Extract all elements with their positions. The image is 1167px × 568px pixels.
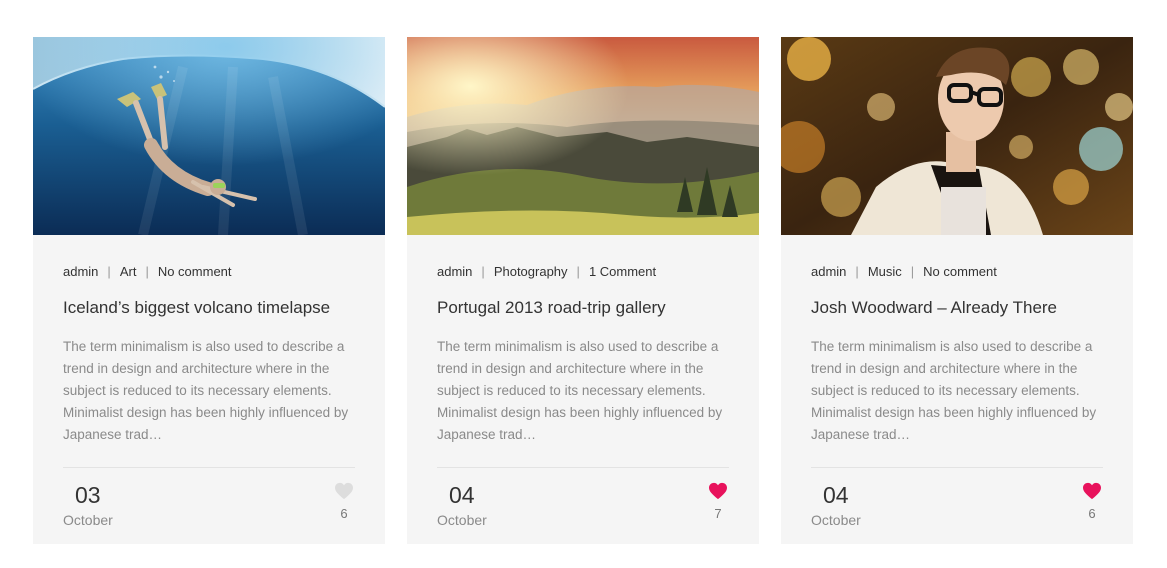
- heart-icon[interactable]: [1082, 482, 1102, 500]
- meta-separator: |: [910, 264, 915, 279]
- like-widget: 6: [333, 482, 355, 522]
- post-author-link[interactable]: admin: [811, 264, 846, 279]
- post-comments-link[interactable]: 1 Comment: [589, 264, 656, 279]
- meta-separator: |: [576, 264, 580, 279]
- post-date-day: 04: [449, 482, 475, 508]
- post-comments-link[interactable]: No comment: [158, 264, 232, 279]
- meta-separator: |: [481, 264, 485, 279]
- heart-icon[interactable]: [708, 482, 728, 500]
- like-count: 7: [714, 506, 722, 521]
- blog-card: admin | Photography | 1 Comment Portugal 201…: [407, 37, 759, 544]
- post-category-link[interactable]: Art: [120, 264, 137, 279]
- blog-grid: admin | Art | No comment Iceland’s biggest v…: [33, 37, 1133, 544]
- post-excerpt: The term minimalism is also used to desc…: [811, 339, 1097, 442]
- post-author-link[interactable]: admin: [437, 264, 472, 279]
- blog-card: admin | Art | No comment Iceland’s biggest v…: [33, 37, 385, 544]
- post-meta: admin | Art | No comment: [63, 263, 355, 281]
- post-footer: 03 October 6: [63, 468, 355, 538]
- post-date-month: October: [437, 512, 487, 528]
- post-footer: 04 October 7: [437, 468, 729, 538]
- post-author-link[interactable]: admin: [63, 264, 98, 279]
- like-count: 6: [1088, 506, 1096, 521]
- post-footer: 04 October 6: [811, 468, 1103, 538]
- post-category-link[interactable]: Music: [868, 264, 902, 279]
- meta-separator: |: [145, 264, 149, 279]
- like-count: 6: [340, 506, 348, 521]
- meta-separator: |: [855, 264, 859, 279]
- like-widget: 7: [707, 482, 729, 522]
- post-thumbnail-diver[interactable]: [33, 37, 385, 235]
- post-excerpt: The term minimalism is also used to desc…: [63, 339, 349, 442]
- post-date-month: October: [63, 512, 113, 528]
- post-excerpt: The term minimalism is also used to desc…: [437, 339, 723, 442]
- meta-separator: |: [107, 264, 111, 279]
- heart-icon[interactable]: [334, 482, 354, 500]
- post-date-month: October: [811, 512, 861, 528]
- post-meta: admin | Music | No comment: [811, 263, 1103, 281]
- post-meta: admin | Photography | 1 Comment: [437, 263, 729, 281]
- post-category-link[interactable]: Photography: [494, 264, 568, 279]
- post-date-day: 03: [75, 482, 101, 508]
- post-thumbnail-landscape[interactable]: [407, 37, 759, 235]
- post-title[interactable]: Josh Woodward – Already There: [811, 297, 1103, 319]
- post-thumbnail-portrait[interactable]: [781, 37, 1133, 235]
- post-date-day: 04: [823, 482, 849, 508]
- blog-card: admin | Music | No comment Josh Woodward – A…: [781, 37, 1133, 544]
- post-title[interactable]: Portugal 2013 road-trip gallery: [437, 297, 729, 319]
- like-widget: 6: [1081, 482, 1103, 522]
- post-title[interactable]: Iceland’s biggest volcano timelapse: [63, 297, 355, 319]
- post-comments-link[interactable]: No comment: [923, 264, 997, 279]
